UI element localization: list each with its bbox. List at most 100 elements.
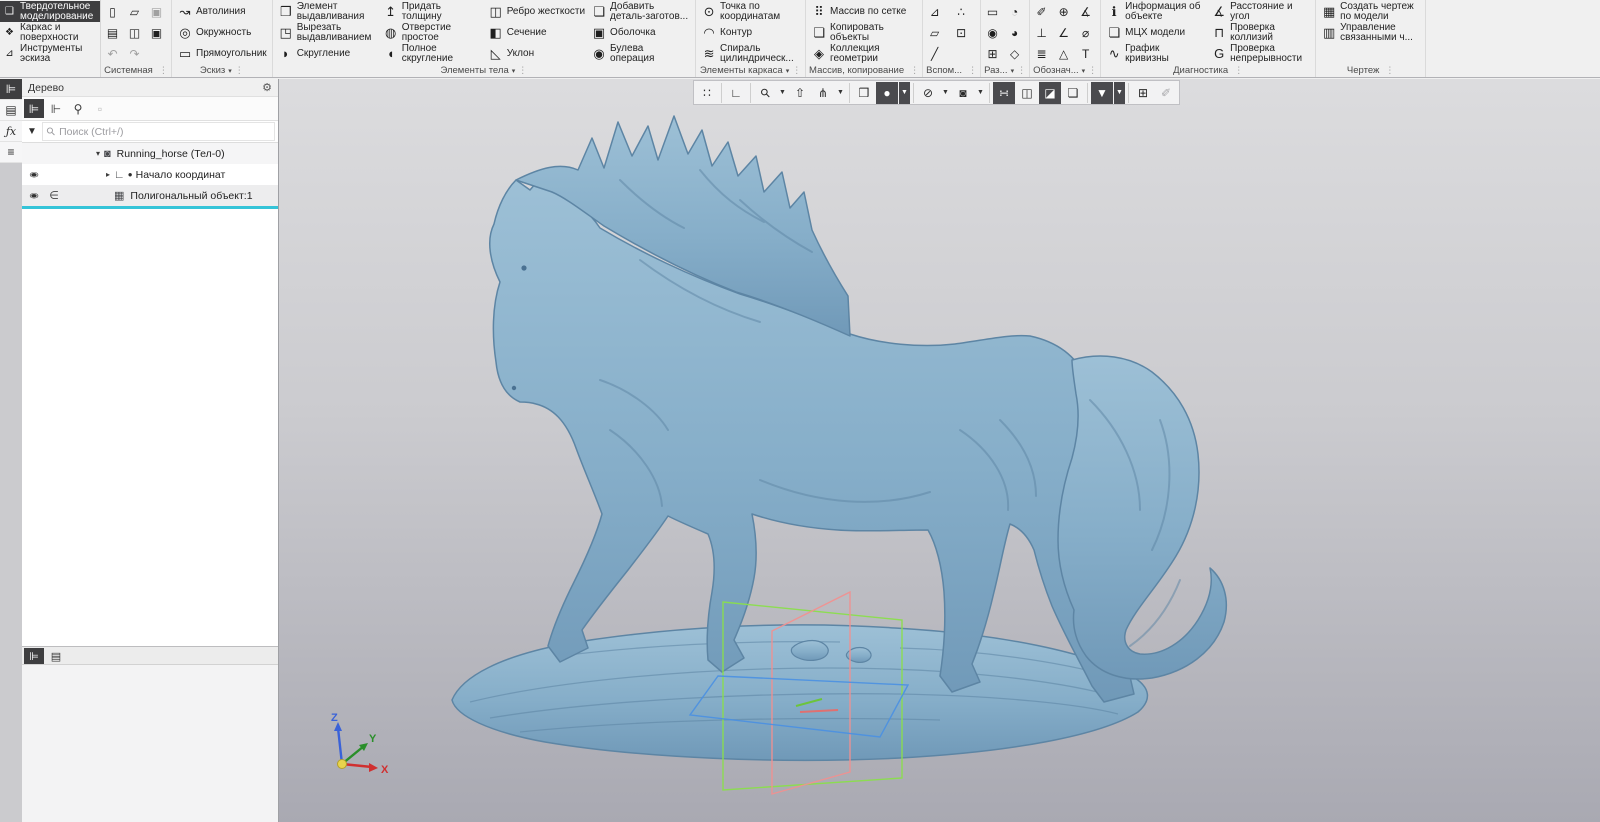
filter-dropdown[interactable]: ▼ xyxy=(1114,82,1125,104)
strip-button[interactable]: ▤ xyxy=(0,100,22,121)
ribbon-button[interactable]: ▱ xyxy=(926,22,946,43)
ribbon-button[interactable]: ≋ Спираль цилиндрическ... xyxy=(699,43,802,64)
strip-button[interactable]: ≡ xyxy=(0,142,22,163)
mode-item[interactable]: ❑ Твердотельное моделирование xyxy=(0,1,100,22)
mode-more-chevron[interactable] xyxy=(0,64,100,77)
ribbon-button[interactable]: ╱ xyxy=(926,43,946,64)
ribbon-button[interactable]: ❏ Добавить деталь-заготов... xyxy=(589,1,692,22)
ribbon-button[interactable]: ◈ Коллекция геометрии xyxy=(809,43,919,64)
group-dropdown-icon[interactable]: ▾ xyxy=(1082,67,1086,75)
mode-item[interactable]: ❖ Каркас и поверхности xyxy=(0,22,100,43)
ribbon-button[interactable]: ◉ xyxy=(984,22,1004,43)
strip-button[interactable]: ƒx xyxy=(0,121,22,142)
ribbon-button[interactable]: ◫ xyxy=(126,22,146,43)
ribbon-button[interactable]: ▣ Оболочка xyxy=(589,22,692,43)
ribbon-button[interactable]: ◉ Булева операция xyxy=(589,43,692,64)
model-viewport[interactable]: Z Y X ∷ ∟ xyxy=(279,79,1600,822)
ribbon-button[interactable]: ❒ Элемент выдавливания xyxy=(276,1,379,22)
ribbon-button[interactable]: ◍ Отверстие простое xyxy=(381,22,484,43)
ribbon-button[interactable]: ↶ xyxy=(104,43,124,64)
ribbon-button[interactable]: ✐ xyxy=(1033,1,1053,22)
ribbon-button[interactable]: ⌀ xyxy=(1077,22,1097,43)
ribbon-button[interactable]: ◇ xyxy=(1006,43,1026,64)
zoom-icon[interactable]: ⚲ xyxy=(754,82,776,104)
ribbon-button[interactable]: ▭ Прямоугольник xyxy=(175,43,269,64)
panel-tab[interactable]: ⊫ xyxy=(24,648,44,664)
panel-tab[interactable]: ▤ xyxy=(46,648,66,664)
ribbon-button[interactable]: ▥ Управление связанными ч... xyxy=(1319,22,1422,43)
ribbon-button[interactable]: ∠ xyxy=(1055,22,1075,43)
tree-row[interactable]: ◉ ▸ ∟ ● Начало координат xyxy=(22,164,278,185)
ribbon-button[interactable]: G Проверка непрерывности xyxy=(1209,43,1312,64)
horse-model[interactable] xyxy=(490,116,1227,702)
ribbon-button[interactable]: ◳ Вырезать выдавливанием xyxy=(276,22,379,43)
ribbon-button[interactable]: ⊕ xyxy=(1055,1,1075,22)
visibility-eye-icon[interactable]: ◉ xyxy=(22,191,46,199)
ribbon-button[interactable]: ◖ Полное скругление xyxy=(381,43,484,64)
ribbon-button[interactable]: ▭ xyxy=(984,1,1004,22)
ribbon-button[interactable]: ◠ Контур xyxy=(699,22,802,43)
tree-toolbar-button[interactable]: ⊩ xyxy=(46,99,66,118)
group-dropdown-icon[interactable]: ▾ xyxy=(786,67,790,75)
ribbon-button[interactable]: ⊿ xyxy=(926,1,946,22)
grid-icon[interactable]: ∷ xyxy=(696,82,718,104)
ribbon-button[interactable]: ∡ Расстояние и угол xyxy=(1209,1,1312,22)
ribbon-button[interactable]: ◔ xyxy=(1006,1,1026,22)
ribbon-button[interactable]: ▱ xyxy=(126,1,146,22)
ribbon-button[interactable]: ❏ Копировать объекты xyxy=(809,22,919,43)
measure-icon[interactable]: ⊞ xyxy=(1132,82,1154,104)
ribbon-button[interactable]: ▯ xyxy=(104,1,124,22)
hide-objects-dropdown[interactable]: ▼ xyxy=(940,82,951,104)
ribbon-button[interactable]: ⊓ Проверка коллизий xyxy=(1209,22,1312,43)
ribbon-button[interactable]: ◫ Ребро жесткости xyxy=(486,1,587,22)
ribbon-button[interactable]: ◺ Уклон xyxy=(486,43,587,64)
ribbon-button[interactable]: ⊞ xyxy=(984,43,1004,64)
tree-toolbar-button[interactable]: ▫ xyxy=(90,99,110,118)
mode-item[interactable]: ⊿ Инструменты эскиза xyxy=(0,43,100,64)
clip-view-icon[interactable]: ◙ xyxy=(952,82,974,104)
expander-icon[interactable]: ▸ xyxy=(102,170,114,179)
ribbon-button[interactable]: ▣ xyxy=(148,22,168,43)
ribbon-button[interactable]: ❏ МЦХ модели xyxy=(1104,22,1207,43)
orientation-icon[interactable]: ⇧ xyxy=(789,82,811,104)
group-dropdown-icon[interactable]: ▾ xyxy=(228,67,232,75)
ribbon-button[interactable]: ▣ xyxy=(148,1,168,22)
ribbon-button[interactable]: ≣ xyxy=(1033,43,1053,64)
shaded-mode-icon[interactable]: ● xyxy=(876,82,898,104)
tree-filter-icon[interactable]: ▼ xyxy=(22,126,42,137)
ribbon-button[interactable]: ⊙ Точка по координатам xyxy=(699,1,802,22)
section-display-icon[interactable]: ◫ xyxy=(1016,82,1038,104)
display-mode-dropdown[interactable]: ▼ xyxy=(899,82,910,104)
triad-icon[interactable]: ⋔ xyxy=(812,82,834,104)
ribbon-button[interactable]: ▦ Создать чертеж по модели xyxy=(1319,1,1422,22)
zoom-dropdown[interactable]: ▼ xyxy=(777,82,788,104)
ribbon-button[interactable]: ℹ Информация об объекте xyxy=(1104,1,1207,22)
filter-icon[interactable]: ▼ xyxy=(1091,82,1113,104)
ribbon-button[interactable]: △ xyxy=(1055,43,1075,64)
clip-view-dropdown[interactable]: ▼ xyxy=(975,82,986,104)
ribbon-button[interactable]: ∡ xyxy=(1077,1,1097,22)
ribbon-button[interactable]: ↥ Придать толщину xyxy=(381,1,484,22)
expander-icon[interactable]: ▾ xyxy=(92,149,104,158)
ribbon-button[interactable]: ▤ xyxy=(104,22,124,43)
sketch-mode-icon[interactable]: ∟ xyxy=(725,82,747,104)
tree-row[interactable]: ▾ ◙ Running_horse (Тел-0) xyxy=(22,143,278,164)
ribbon-button[interactable]: ⠿ Массив по сетке xyxy=(809,1,919,22)
orientation-dropdown[interactable]: ▼ xyxy=(835,82,846,104)
tree-toolbar-button[interactable]: ⊫ xyxy=(24,99,44,118)
ribbon-button[interactable]: ↝ Автолиния xyxy=(175,1,269,22)
group-dropdown-icon[interactable]: ▾ xyxy=(1011,67,1015,75)
ribbon-button[interactable]: ◎ Окружность xyxy=(175,22,269,43)
wireframe-box-icon[interactable]: ❒ xyxy=(853,82,875,104)
search-input[interactable]: ⚲ Поиск (Ctrl+/) xyxy=(42,122,275,141)
ribbon-button[interactable]: ↷ xyxy=(126,43,146,64)
tree-toolbar-button[interactable]: ⚲ xyxy=(68,99,88,118)
ribbon-button[interactable]: ◗ Скругление xyxy=(276,43,379,64)
gear-icon[interactable]: ⚙ xyxy=(262,81,272,94)
ribbon-button[interactable]: ⊡ xyxy=(953,22,973,43)
ribbon-button[interactable]: ◕ xyxy=(1006,22,1026,43)
ribbon-button[interactable]: ◧ Сечение xyxy=(486,22,587,43)
group-dropdown-icon[interactable]: ▾ xyxy=(512,67,516,75)
ribbon-button[interactable]: ∿ График кривизны xyxy=(1104,43,1207,64)
sheet-edit-icon[interactable]: ❏ xyxy=(1062,82,1084,104)
